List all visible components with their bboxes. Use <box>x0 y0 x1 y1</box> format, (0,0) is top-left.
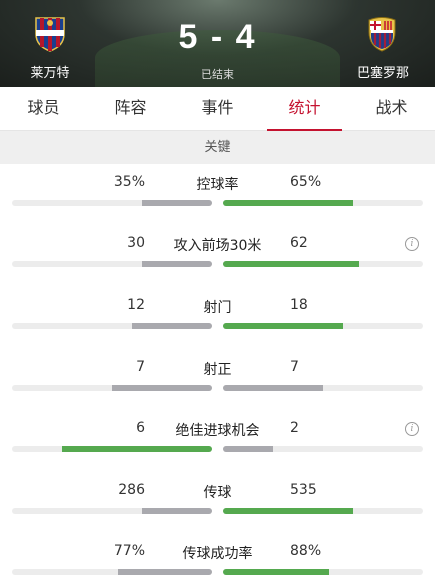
stat-row-big-chances: 6 绝佳进球机会 2 i <box>0 410 435 471</box>
tab-tactics[interactable]: 战术 <box>348 87 435 130</box>
away-bar-track <box>223 323 423 329</box>
away-value: 18 <box>290 297 308 313</box>
stat-name: 传球成功率 <box>182 546 253 562</box>
away-bar-track <box>223 446 423 452</box>
home-bar <box>142 508 212 514</box>
home-bar <box>118 569 212 575</box>
away-bar-track <box>223 261 423 267</box>
tab-events[interactable]: 事件 <box>174 87 261 130</box>
away-team-name[interactable]: 巴塞罗那 <box>338 62 428 81</box>
away-bar <box>223 323 343 329</box>
tab-lineup[interactable]: 阵容 <box>87 87 174 130</box>
stat-name: 传球 <box>203 485 232 501</box>
match-header: 莱万特 5 - 4 已结束 巴塞罗那 <box>0 0 435 87</box>
away-bar <box>223 385 323 391</box>
home-bar-track <box>12 323 212 329</box>
away-bar-track <box>223 569 423 575</box>
match-score: 5 - 4 <box>178 18 257 56</box>
stat-name: 控球率 <box>196 177 239 193</box>
home-bar-track <box>12 200 212 206</box>
home-bar <box>132 323 212 329</box>
away-bar <box>223 446 273 452</box>
stat-row-passes: 286 传球 535 <box>0 472 435 533</box>
section-header-key: 关键 <box>0 131 435 164</box>
stat-row-pass-accuracy: 77% 传球成功率 88% <box>0 533 435 577</box>
stat-name: 绝佳进球机会 <box>175 423 260 439</box>
home-bar-track <box>12 508 212 514</box>
home-bar-track <box>12 261 212 267</box>
away-value: 88% <box>290 543 322 559</box>
home-bar-track <box>12 385 212 391</box>
tab-bar: 球员 阵容 事件 统计 战术 <box>0 87 435 132</box>
away-bar-track <box>223 385 423 391</box>
stat-name: 射门 <box>203 300 232 316</box>
away-value: 2 <box>290 420 299 436</box>
away-value: 7 <box>290 359 299 375</box>
away-bar <box>223 508 353 514</box>
home-bar-track <box>12 569 212 575</box>
stat-row-shots-on-target: 7 射正 7 <box>0 349 435 410</box>
home-bar <box>142 261 212 267</box>
away-bar <box>223 261 359 267</box>
tab-statistics[interactable]: 统计 <box>261 87 348 132</box>
away-value: 65% <box>290 174 322 190</box>
stat-row-final-third-entries: 30 攻入前场30米 62 i <box>0 225 435 286</box>
away-value: 535 <box>290 482 317 498</box>
stat-name: 射正 <box>203 362 232 378</box>
stat-name: 攻入前场30米 <box>173 238 262 254</box>
home-bar <box>62 446 212 452</box>
stat-row-possession: 35% 控球率 65% <box>0 164 435 225</box>
info-icon[interactable]: i <box>405 422 419 436</box>
home-bar <box>112 385 212 391</box>
away-bar <box>223 200 353 206</box>
info-icon[interactable]: i <box>405 237 419 251</box>
away-bar-track <box>223 508 423 514</box>
away-bar <box>223 569 329 575</box>
tab-players[interactable]: 球员 <box>0 87 87 130</box>
home-bar <box>142 200 212 206</box>
away-bar-track <box>223 200 423 206</box>
stat-row-shots: 12 射门 18 <box>0 287 435 348</box>
home-bar-track <box>12 446 212 452</box>
away-value: 62 <box>290 235 308 251</box>
